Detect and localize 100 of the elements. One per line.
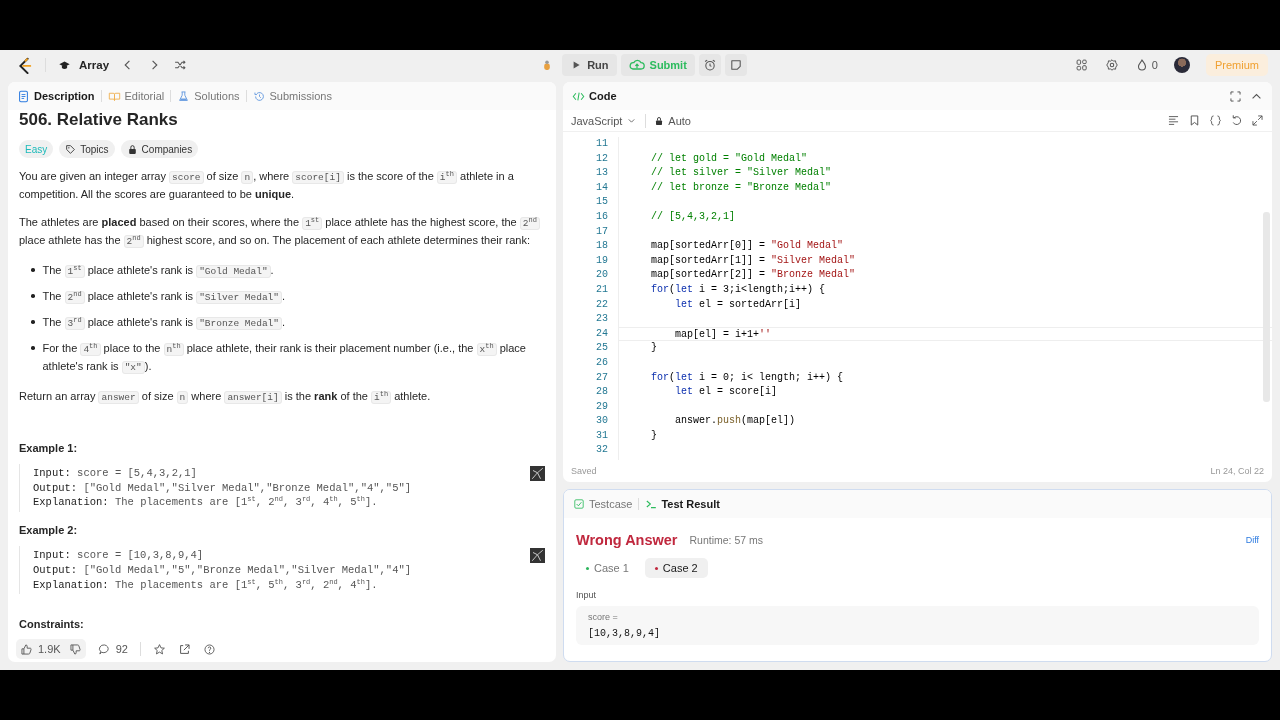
image-icon[interactable] [530, 548, 545, 564]
language-dropdown[interactable]: JavaScript [571, 114, 638, 127]
line-number: 16 [595, 209, 608, 224]
line-number: 24 [595, 326, 608, 341]
code-line: answer.push(map[el]) [674, 414, 797, 429]
avatar[interactable] [1173, 57, 1190, 73]
code-line: map[sortedArr[2]] = "Bronze Medal" [650, 268, 857, 283]
runtime-text: Runtime: 57 ms [689, 534, 764, 546]
line-number: 23 [595, 312, 608, 327]
tag-chip[interactable]: Companies [120, 140, 199, 158]
panel-tab[interactable]: Testcase [573, 498, 633, 510]
line-number: 20 [595, 268, 608, 283]
grid-icon[interactable] [1074, 58, 1089, 72]
tag-chip[interactable]: Topics [59, 140, 115, 158]
bullet-icon [31, 320, 35, 324]
parameter-value: [10,3,8,9,4] [588, 628, 661, 639]
input-label: Input [576, 590, 598, 600]
example-line: Explanation: The placements are [1$^{st}$, 2$^{nd}$, 3$^{rd}$, 4$^{th}$, 5$^{th}$]. [33, 495, 379, 511]
code-line: map[sortedArr[1]] = "Silver Medal" [650, 253, 857, 268]
undo-icon[interactable] [1230, 114, 1243, 127]
cloud-upload-icon [628, 57, 645, 73]
code-line: map[sortedArr[0]] = "Gold Medal" [650, 239, 845, 254]
line-number: 27 [595, 370, 608, 385]
bullet-icon [31, 294, 35, 298]
notes-button[interactable] [724, 54, 747, 76]
code-line: for(let i = 3;i<length;i++) { [650, 282, 827, 297]
list-item: The 3$^{rd}$ place athlete's rank is "Bronze Medal" . [42, 314, 286, 332]
code-icon [572, 89, 585, 103]
shuffle-icon[interactable] [173, 58, 188, 72]
code-line: } [650, 428, 658, 443]
section-heading: Constraints: [19, 618, 85, 631]
panel-tab[interactable]: Code [572, 89, 617, 103]
line-number: 25 [595, 341, 608, 356]
image-icon[interactable] [530, 466, 545, 481]
star-icon[interactable] [152, 642, 166, 656]
like-button[interactable]: 1.9K [20, 642, 61, 656]
verdict-text: Wrong Answer [576, 532, 678, 548]
line-number: 11 [595, 137, 608, 151]
timer-button[interactable] [698, 54, 721, 76]
example-heading: Example 1: [19, 442, 79, 454]
code-line: } [650, 341, 658, 356]
code-line: // [5,4,3,2,1] [650, 209, 737, 224]
line-number: 18 [595, 239, 608, 254]
dislike-button[interactable] [68, 642, 82, 656]
line-number: 13 [595, 166, 608, 181]
line-number: 21 [595, 282, 608, 297]
bookmark-icon[interactable] [1188, 114, 1201, 127]
align-lines-icon[interactable] [1167, 114, 1180, 127]
alarm-clock-icon [702, 58, 717, 72]
document-icon [17, 89, 30, 103]
line-number: 26 [595, 355, 608, 370]
expand-icon[interactable] [1251, 114, 1264, 127]
share-icon[interactable] [177, 642, 191, 656]
example-line: Input: score = [5,4,3,2,1] [33, 466, 198, 481]
case-tab[interactable]: Case 2 [644, 558, 708, 578]
panel-tab[interactable]: Solutions [177, 89, 240, 103]
run-button[interactable]: Run [562, 54, 617, 76]
fullscreen-icon[interactable] [1229, 89, 1242, 103]
example-line: Output: ["Gold Medal","Silver Medal","Bronze Medal","4","5"] [33, 480, 412, 496]
braces-icon[interactable] [1209, 114, 1222, 127]
line-number: 14 [595, 180, 608, 195]
code-line: for(let i = 0; i< length; i++) { [650, 370, 845, 385]
code-line: // let gold = "Gold Medal" [650, 151, 809, 166]
paragraph: Return an array answer of size n where answer[i] is the rank of the i$^{th}$ athlete. [19, 388, 432, 406]
tag-icon [65, 143, 77, 155]
panel-tab[interactable]: Test Result [645, 498, 720, 510]
example-line: Explanation: The placements are [1$^{st}$, 5$^{th}$, 3$^{rd}$, 2$^{nd}$, 4$^{th}$]. [33, 577, 379, 593]
history-icon [252, 89, 266, 103]
help-icon[interactable] [202, 642, 216, 656]
problem-list-button[interactable]: Array [58, 58, 110, 72]
line-number: 29 [595, 399, 608, 414]
example-line: Input: score = [10,3,8,9,4] [33, 548, 205, 563]
problem-title: 506. Relative Ranks [19, 110, 179, 130]
line-number: 17 [595, 224, 608, 239]
note-icon [728, 58, 743, 72]
line-number: 22 [595, 297, 608, 312]
line-number: 28 [595, 385, 608, 400]
panel-tab[interactable]: Editorial [107, 89, 165, 103]
mode-button[interactable]: Auto [654, 114, 691, 127]
case-tab[interactable]: Case 1 [576, 558, 639, 578]
flask-icon [177, 89, 191, 103]
bullet-icon [31, 346, 35, 350]
panel-tab[interactable]: Description [17, 89, 95, 103]
code-line: // let silver = "Silver Medal" [650, 166, 833, 181]
code-line: map[el] = i+1+'' [619, 326, 1272, 342]
comment-icon [97, 642, 111, 656]
code-line: let el = score[i] [674, 385, 779, 400]
line-number: 12 [595, 151, 608, 166]
comments-button[interactable]: 92 [97, 642, 128, 656]
save-status: Saved [571, 466, 597, 476]
line-number: 31 [595, 428, 608, 443]
panel-tab[interactable]: Submissions [252, 89, 332, 103]
list-item: The 1$^{st}$ place athlete's rank is "Gold Medal" . [42, 262, 274, 280]
lock-icon [126, 143, 138, 155]
list-item: For the 4$^{th}$ place to the n$^{th}$ place athlete, their rank is their placement number (i.e., the x$^{th}$ place athlete's rank is "x" ). [42, 340, 527, 376]
streak-button[interactable]: 0 [1134, 58, 1158, 72]
diff-link[interactable]: Diff [1245, 535, 1259, 545]
example-heading: Example 2: [19, 524, 79, 537]
settings-icon[interactable] [1104, 58, 1119, 72]
line-number: 30 [595, 414, 608, 429]
